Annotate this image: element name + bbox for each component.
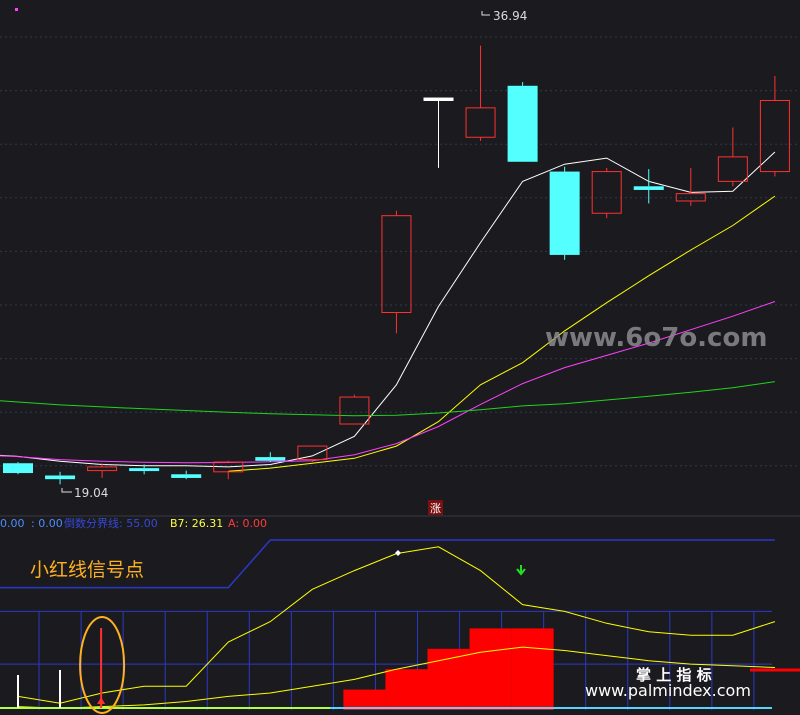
candle-body	[381, 215, 412, 314]
price-grid	[0, 36, 800, 467]
high-price-label: 36.94	[493, 9, 527, 23]
candle	[213, 460, 244, 480]
moving-averages	[0, 151, 776, 472]
low-price-label: 19.04	[74, 486, 108, 500]
candle	[465, 45, 496, 141]
candle	[549, 166, 580, 260]
candle-body	[591, 171, 622, 214]
red-step-bar	[469, 628, 512, 710]
candle	[381, 210, 412, 334]
indicator-legend: 0.00 : 0.00 倒数分界线: 55.00 B7: 26.31 A: 0.00	[0, 516, 267, 530]
candle	[675, 167, 706, 206]
candle-body	[507, 85, 538, 162]
red-step-bar	[427, 648, 470, 710]
legend-item: B7: 26.31	[170, 517, 223, 530]
candle-body	[129, 468, 160, 472]
corner-marker-icon	[15, 8, 18, 11]
candle	[297, 445, 328, 463]
candle-body	[465, 107, 496, 138]
watermark-6o7o: www.6o7o.com	[545, 323, 767, 353]
high-arrow-icon	[481, 11, 490, 16]
candle	[3, 462, 33, 475]
ma-line-3	[0, 381, 775, 417]
candle	[717, 127, 748, 187]
caption-small-red-line: 小红线信号点	[30, 559, 144, 581]
candle	[507, 82, 538, 162]
candle-body	[87, 466, 118, 472]
stock-chart: 36.94 19.04 www.6o7o.com 涨 0.00 : 0.00 倒数分…	[0, 8, 800, 714]
ma-line-0	[0, 151, 776, 468]
candle	[591, 167, 622, 219]
candle-body	[423, 97, 454, 101]
red-step-bar	[343, 689, 386, 710]
candle-body	[171, 474, 202, 478]
low-arrow-icon	[61, 488, 72, 493]
red-step-bar	[385, 669, 428, 710]
candle	[423, 97, 454, 168]
diamond-icon	[395, 550, 401, 556]
red-step-bar	[511, 628, 554, 710]
candles	[3, 45, 790, 485]
legend-item: A: 0.00	[228, 517, 267, 530]
brand-url: www.palmindex.com	[585, 681, 751, 700]
price-annotations: 36.94 19.04 www.6o7o.com	[61, 9, 767, 500]
down-arrow-icon	[516, 565, 526, 576]
candle-body	[717, 156, 748, 182]
signal-up-arrow-icon	[97, 697, 106, 704]
candle	[171, 470, 202, 480]
legend-item: 倒数分界线: 55.00	[64, 516, 158, 530]
zhang-badge: 涨	[428, 500, 443, 515]
legend-item: 0.00	[0, 517, 25, 530]
candle	[339, 394, 370, 425]
candle-body	[633, 186, 664, 190]
candle-body	[255, 457, 286, 461]
candle-body	[3, 463, 33, 474]
candle	[45, 471, 76, 485]
candle-body	[339, 396, 370, 425]
candle	[633, 169, 664, 204]
legend-item: : 0.00	[31, 517, 63, 530]
zhang-badge-text: 涨	[430, 502, 441, 515]
candle-body	[549, 171, 580, 255]
candle	[255, 452, 286, 463]
candle-body	[45, 475, 76, 480]
